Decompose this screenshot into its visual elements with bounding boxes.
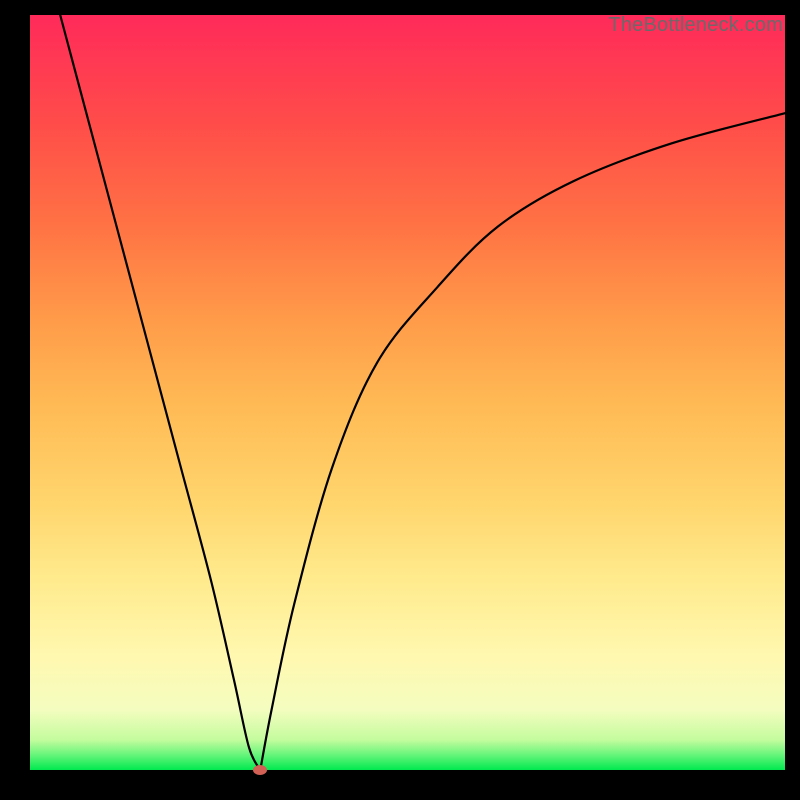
optimum-marker: [253, 765, 267, 775]
chart-area: TheBottleneck.com: [30, 15, 785, 770]
curve-right: [260, 113, 785, 770]
bottleneck-curve: [30, 15, 785, 770]
curve-left: [60, 15, 260, 770]
